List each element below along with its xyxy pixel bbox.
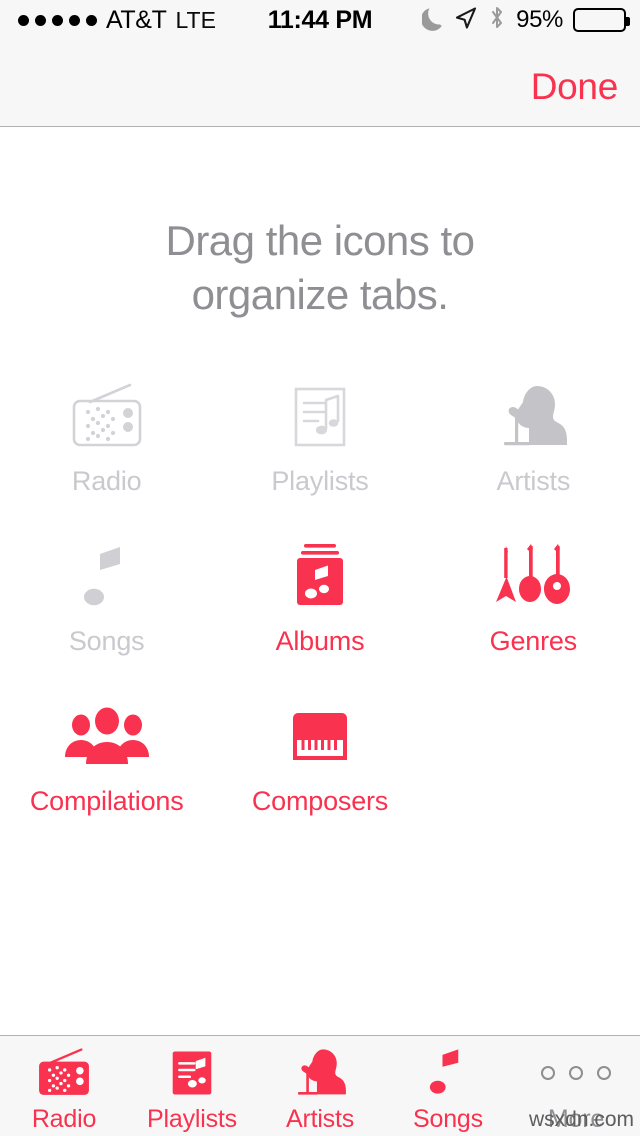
tab-songs[interactable]: Songs [384,1036,512,1136]
tab-organizer-grid: Radio Playlists Artists Songs Albums Gen… [0,382,640,816]
status-bar-right: 95% [421,5,630,36]
grid-item-playlists[interactable]: Playlists [213,382,426,496]
grid-item-artists[interactable]: Artists [427,382,640,496]
songs-icon [78,542,136,612]
playlists-icon [285,382,355,452]
radio-icon [33,1045,95,1101]
tab-label: Songs [413,1104,483,1133]
status-bar: AT&T LTE 11:44 PM 95% [0,0,640,40]
app-screen: AT&T LTE 11:44 PM 95% Done Drag the icon… [0,0,640,1136]
page-title-line-2: organize tabs. [191,271,449,318]
tab-artists[interactable]: Artists [256,1036,384,1136]
page-title: Drag the icons to organize tabs. [0,214,640,322]
grid-item-compilations[interactable]: Compilations [0,702,213,816]
artists-icon [491,382,575,452]
composers-icon [282,702,358,772]
page-title-line-1: Drag the icons to [165,217,475,264]
tab-label: Artists [285,1104,355,1133]
albums-icon [285,542,355,612]
grid-item-label: Genres [489,626,578,656]
grid-item-label: Radio [71,466,142,496]
grid-item-albums[interactable]: Albums [213,542,426,656]
grid-item-composers[interactable]: Composers [213,702,426,816]
grid-item-label: Songs [68,626,145,656]
done-button[interactable]: Done [531,66,619,108]
grid-item-genres[interactable]: Genres [427,542,640,656]
grid-item-label: Composers [251,786,389,816]
radio-icon [66,382,148,452]
battery-percent: 95% [516,6,563,33]
grid-item-label: Artists [496,466,571,496]
grid-item-label: Compilations [29,786,184,816]
watermark: wsxdn.com [528,1108,634,1131]
genres-icon [490,542,576,612]
tab-label: Playlists [147,1104,237,1133]
navigation-bar: Done [0,40,640,127]
artists-icon [288,1045,352,1101]
battery-icon [573,8,630,32]
location-arrow-icon [454,5,478,36]
grid-item-radio[interactable]: Radio [0,382,213,496]
bluetooth-icon [488,5,506,36]
grid-item-label: Albums [275,626,365,656]
tab-playlists[interactable]: Playlists [128,1036,256,1136]
moon-icon [421,5,444,36]
playlists-icon [166,1045,218,1101]
grid-item-label: Playlists [271,466,369,496]
tab-radio[interactable]: Radio [0,1036,128,1136]
grid-item-songs[interactable]: Songs [0,542,213,656]
ellipsis-icon [541,1045,611,1101]
compilations-icon [61,702,153,772]
tab-label: Radio [31,1104,97,1133]
songs-icon [425,1045,471,1101]
